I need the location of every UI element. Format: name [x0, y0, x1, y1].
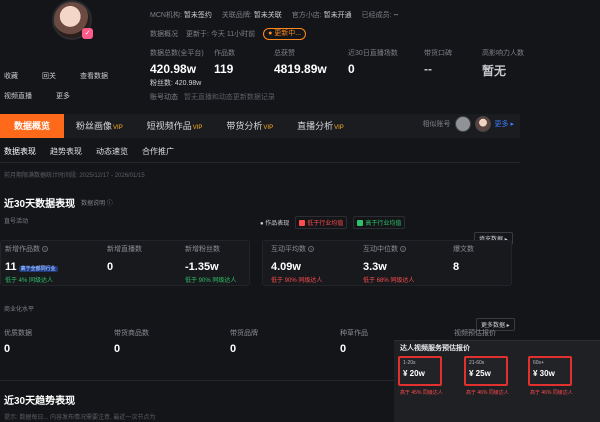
- price-note-short: 高于 45% 同级达人: [400, 390, 443, 396]
- trend-title: 近30天趋势表现: [4, 396, 76, 407]
- trend-footer: 提示: 数据每日... 内容发布情况需要注意, 最近一次节点为: [4, 415, 156, 421]
- stat-live-count: 近30日直播场数 0: [348, 50, 398, 76]
- profile-stats: 数据总数(全平台) 420.98w 粉丝数: 420.98w 作品数 119 总…: [150, 48, 546, 88]
- metric-card-group-1: 新增作品数 ? 11 高于全部同行业 低于 4% 同级达人 新增直播数 0 新增粉…: [0, 240, 250, 286]
- legend-low: 低于行业均值: [295, 216, 348, 229]
- similar-more-link[interactable]: 更多 ▸: [495, 119, 514, 129]
- data-update-row: 数据概况 更新于: 今天 11小时前 ● 更新中...: [150, 28, 307, 40]
- meta-brand: 关联品牌: 暂未关联: [221, 12, 282, 19]
- metric-new-works: 新增作品数 ? 11 高于全部同行业 低于 4% 同级达人: [5, 246, 58, 284]
- metric-interaction-avg: 互动平均数 ? 4.09w 低于 90% 同级达人: [271, 246, 323, 284]
- subtab-cooperation[interactable]: 合作推广: [142, 146, 174, 157]
- overview-title: 近30天数据表现: [4, 199, 76, 210]
- stat-influence: 高影响力人数 暂无: [482, 50, 524, 78]
- overview-tip[interactable]: 数据说明 ⓘ: [81, 198, 113, 207]
- date-range: 前月期限满数据统计时间段: 2025/12/17 - 2026/01/15: [4, 173, 145, 179]
- divider: [0, 380, 394, 381]
- price-box-mid[interactable]: 21-60s ¥ 25w: [464, 356, 508, 386]
- sub-tabs: 数据表现 趋势表现 动态速览 合作推广: [4, 146, 174, 157]
- metric-hits: 爆文数 8: [453, 246, 474, 273]
- tab-short-video[interactable]: 短视频作品VIP: [135, 114, 215, 138]
- update-time: 更新于: 今天 11小时前: [186, 31, 256, 38]
- view-data-button[interactable]: 查看数据: [80, 71, 108, 81]
- price-box-long[interactable]: 60s+ ¥ 30w: [528, 356, 572, 386]
- subtab-data[interactable]: 数据表现: [4, 146, 36, 157]
- meta-mcn: MCN机构: 暂未签约: [150, 12, 212, 19]
- price-panel-title: 达人视频服务预估报价: [400, 345, 470, 352]
- stat-works: 作品数 119: [214, 50, 235, 76]
- favorite-button[interactable]: 收藏: [4, 71, 18, 81]
- metric-card-group-2: 互动平均数 ? 4.09w 低于 90% 同级达人 互动中位数 ? 3.3w 低…: [262, 240, 512, 286]
- tab-live-analysis[interactable]: 直播分析VIP: [285, 114, 356, 138]
- subtab-trend[interactable]: 趋势表现: [50, 146, 82, 157]
- live-activity-label: 直号活动: [4, 219, 29, 225]
- profile-actions: 收藏 回关 查看数据 视频直播 更多: [4, 66, 144, 106]
- legend-works: ● 作品表现: [260, 221, 290, 227]
- tab-sales-analysis[interactable]: 带货分析VIP: [214, 114, 285, 138]
- legend-high: 高于行业均值: [353, 216, 406, 229]
- legend: ● 作品表现 低于行业均值 高于行业均值: [260, 216, 406, 229]
- data-label: 数据概况: [150, 31, 178, 38]
- tab-overview[interactable]: 数据概览: [0, 114, 65, 138]
- price-note-mid: 高于 46% 同级达人: [466, 390, 509, 396]
- metric-new-fans: 新增粉丝数 -1.35w 低于 90% 同级达人: [185, 246, 237, 284]
- commercial-label: 商业化水平: [4, 307, 35, 313]
- info-icon[interactable]: ?: [307, 246, 314, 253]
- similar-accounts: 相似账号 更多 ▸: [423, 116, 514, 132]
- stat-fans-total: 数据总数(全平台) 420.98w 粉丝数: 420.98w: [150, 50, 204, 87]
- metric-quality: 优质数据 0: [4, 330, 32, 355]
- overview-header: 近30天数据表现 数据说明 ⓘ: [4, 195, 113, 210]
- similar-avatar-2[interactable]: [474, 116, 491, 132]
- metric-badge: 高于全部同行业: [18, 266, 58, 272]
- meta-shop: 官方小店: 暂未开通: [291, 12, 352, 19]
- stat-reputation: 带货口碑 --: [424, 50, 452, 76]
- metric-video-quote: 视频预估报价: [454, 330, 496, 337]
- metric-brands: 带货品牌 0: [230, 330, 258, 355]
- divider: [0, 162, 520, 163]
- status-pill[interactable]: ● 更新中...: [263, 28, 307, 40]
- metric-goods: 带货商品数 0: [114, 330, 149, 355]
- metric-interaction-median: 互动中位数 ? 3.3w 低于 68% 同级达人: [363, 246, 415, 284]
- metric-seeding: 种草作品 0: [340, 330, 368, 355]
- tab-fans-portrait[interactable]: 粉丝画像VIP: [64, 114, 135, 138]
- account-activity: 账号动态 暂无直播和动态更新数据记录: [150, 94, 275, 101]
- metric-new-lives: 新增直播数 0: [107, 246, 142, 273]
- info-icon[interactable]: ?: [399, 246, 406, 253]
- profile-meta: MCN机构: 暂未签约 关联品牌: 暂未关联 官方小店: 暂未开通 已经成员: …: [150, 10, 398, 20]
- subtab-dynamics[interactable]: 动态速览: [96, 146, 128, 157]
- meta-members: 已经成员: --: [361, 12, 399, 19]
- more-actions-button[interactable]: 更多: [56, 91, 70, 101]
- info-icon[interactable]: ?: [41, 246, 48, 253]
- stat-likes: 总获赞 4819.89w: [274, 50, 327, 76]
- price-box-short[interactable]: 1-20s ¥ 20w: [398, 356, 442, 386]
- badge-icon: ✓: [82, 28, 93, 39]
- follow-back-button[interactable]: 回关: [42, 71, 56, 81]
- similar-avatar-1[interactable]: [454, 116, 471, 132]
- video-live-button[interactable]: 视频直播: [4, 91, 32, 101]
- price-note-long: 高于 46% 同级达人: [530, 390, 573, 396]
